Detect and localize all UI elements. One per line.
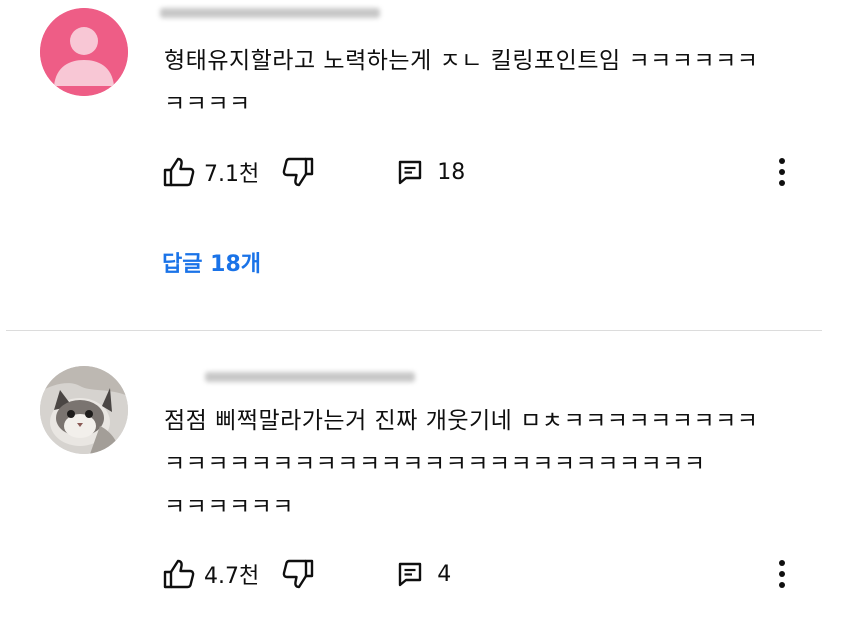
comment-actions: 4.7천 4 (162, 556, 451, 592)
comment-item: 형태유지할라고 노력하는게 ㅈㄴ 킬링포인트임 ㅋㅋㅋㅋㅋㅋ ㅋㅋㅋㅋ 7.1천 (0, 0, 854, 330)
reply-count: 4 (437, 561, 452, 587)
cat-photo-icon (40, 366, 128, 454)
avatar[interactable] (40, 366, 128, 454)
divider (6, 330, 822, 331)
comment-text: 점점 삐쩍말라가는거 진짜 개웃기네 ㅁㅊㅋㅋㅋㅋㅋㅋㅋㅋㅋ ㅋㅋㅋㅋㅋㅋㅋㅋㅋ… (164, 408, 759, 520)
like-group: 4.7천 (162, 558, 259, 590)
thumbs-up-icon[interactable] (162, 156, 196, 188)
reply-group[interactable]: 18 (397, 159, 465, 185)
like-count: 4.7천 (204, 564, 260, 589)
thumbs-down-icon[interactable] (281, 156, 315, 188)
default-person-icon (40, 8, 128, 96)
comments-page: 형태유지할라고 노력하는게 ㅈㄴ 킬링포인트임 ㅋㅋㅋㅋㅋㅋ ㅋㅋㅋㅋ 7.1천 (0, 0, 854, 617)
reply-comment-icon[interactable] (397, 561, 423, 587)
like-count: 7.1천 (204, 162, 260, 187)
thumbs-up-icon[interactable] (162, 558, 196, 590)
reply-comment-icon[interactable] (397, 159, 423, 185)
username-redacted (160, 8, 380, 18)
username-redacted (205, 372, 415, 382)
view-replies-link[interactable]: 답글 18개 (162, 246, 261, 278)
reply-group[interactable]: 4 (397, 561, 451, 587)
avatar[interactable] (40, 8, 128, 96)
more-vertical-icon[interactable] (770, 154, 794, 190)
more-vertical-icon[interactable] (770, 556, 794, 592)
comment-actions: 7.1천 18 (162, 154, 465, 190)
comment-item: 점점 삐쩍말라가는거 진짜 개웃기네 ㅁㅊㅋㅋㅋㅋㅋㅋㅋㅋㅋ ㅋㅋㅋㅋㅋㅋㅋㅋㅋ… (0, 334, 854, 617)
thumbs-down-icon[interactable] (281, 558, 315, 590)
comment-text: 형태유지할라고 노력하는게 ㅈㄴ 킬링포인트임 ㅋㅋㅋㅋㅋㅋ ㅋㅋㅋㅋ (164, 48, 759, 117)
like-group: 7.1천 (162, 156, 259, 188)
reply-count: 18 (437, 159, 466, 185)
